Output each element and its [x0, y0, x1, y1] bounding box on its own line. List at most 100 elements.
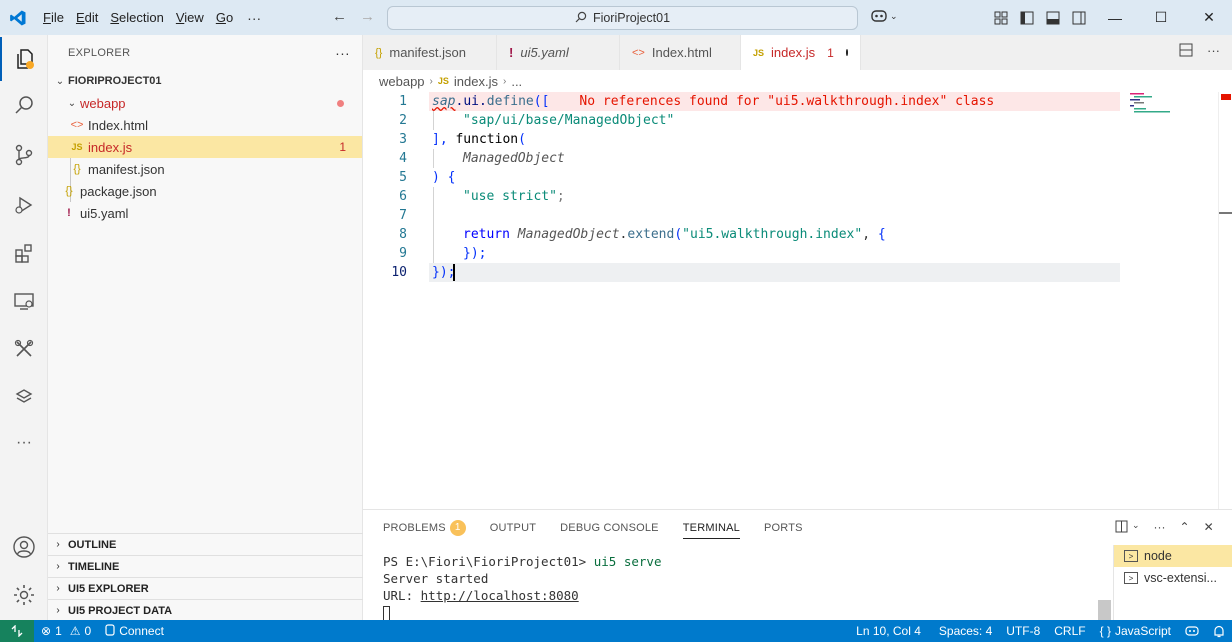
run-debug-icon[interactable] — [0, 183, 48, 227]
terminal-url-link[interactable]: http://localhost:8080 — [421, 588, 579, 603]
sap-tools-icon[interactable] — [0, 327, 48, 371]
indentation-status[interactable]: Spaces: 4 — [932, 624, 999, 638]
terminal-scrollbar[interactable] — [1098, 600, 1111, 621]
tree-file-index-js[interactable]: JS index.js 1 — [48, 136, 362, 158]
toggle-panel-icon[interactable] — [1043, 8, 1063, 28]
terminal-prompt: PS E:\Fiori\FioriProject01> — [383, 554, 587, 569]
explorer-icon[interactable] — [0, 37, 48, 81]
section-timeline[interactable]: › TIMELINE — [48, 555, 363, 577]
line-number: 3 — [399, 132, 407, 147]
tab-actions: ··· — [1179, 43, 1220, 60]
editor-scrollbar[interactable] — [1218, 92, 1232, 509]
menu-more-button[interactable]: ··· — [239, 10, 269, 26]
tab-manifest-json[interactable]: {} manifest.json — [363, 35, 497, 70]
eol-status[interactable]: CRLF — [1047, 624, 1092, 638]
tab-ui5-yaml[interactable]: ! ui5.yaml — [497, 35, 620, 70]
breadcrumb-symbol[interactable]: ... — [511, 74, 522, 89]
terminal-list: > node > vsc-extensi... — [1113, 545, 1232, 621]
tree-file-index-html[interactable]: <> Index.html — [48, 114, 362, 136]
remote-explorer-icon[interactable] — [0, 279, 48, 323]
breadcrumb-folder[interactable]: webapp — [379, 74, 425, 89]
unsaved-dot-icon[interactable] — [845, 49, 848, 56]
breadcrumb-file[interactable]: index.js — [454, 74, 498, 89]
remote-indicator-icon[interactable] — [0, 620, 34, 642]
command-center[interactable]: FioriProject01 — [387, 6, 858, 30]
editor-more-icon[interactable]: ··· — [1207, 43, 1220, 60]
more-views-icon[interactable]: ··· — [0, 421, 48, 465]
terminal-url-label: URL: — [383, 588, 414, 603]
tab-index-html[interactable]: <> Index.html — [620, 35, 741, 70]
tree-folder-webapp[interactable]: ⌄ webapp — [48, 92, 362, 114]
panel-tab-output[interactable]: OUTPUT — [490, 510, 536, 545]
code-token: define — [486, 94, 534, 109]
search-view-icon[interactable] — [0, 83, 48, 127]
toggle-secondary-sidebar-icon[interactable] — [1069, 8, 1089, 28]
chevron-down-icon[interactable]: ⌄ — [1132, 520, 1140, 536]
minimap[interactable] — [1128, 92, 1218, 122]
tab-index-js[interactable]: JS index.js 1 — [741, 35, 861, 70]
close-panel-icon[interactable]: ✕ — [1204, 520, 1214, 536]
ui5-tools-icon[interactable] — [0, 375, 48, 419]
panel-tab-label: DEBUG CONSOLE — [560, 521, 659, 534]
notifications-bell-icon[interactable] — [1206, 625, 1232, 638]
cursor-position[interactable]: Ln 10, Col 4 — [849, 624, 928, 638]
line-number: 5 — [399, 170, 407, 185]
split-editor-icon[interactable] — [1179, 43, 1193, 60]
minimize-button[interactable]: — — [1092, 0, 1138, 35]
nav-forward-icon[interactable]: → — [360, 8, 375, 25]
chevron-right-icon: › — [56, 583, 60, 594]
code-token: ) — [432, 170, 440, 185]
copilot-button[interactable]: ⌄ — [870, 8, 898, 24]
section-ui5-explorer[interactable]: › UI5 EXPLORER — [48, 577, 363, 599]
close-button[interactable]: ✕ — [1186, 0, 1232, 35]
nav-back-icon[interactable]: ← — [332, 8, 347, 25]
panel-tab-label: OUTPUT — [489, 521, 537, 534]
encoding-status[interactable]: UTF-8 — [999, 624, 1047, 638]
menu-edit[interactable]: Edit — [70, 0, 104, 35]
file-label: Index.html — [88, 117, 148, 133]
menu-file[interactable]: File — [37, 0, 70, 35]
manage-gear-icon[interactable] — [0, 573, 48, 617]
panel-tab-terminal[interactable]: TERMINAL — [682, 510, 741, 545]
explorer-more-icon[interactable]: ··· — [335, 45, 350, 61]
code-token: "sap/ui/base/ManagedObject" — [463, 113, 675, 128]
language-mode[interactable]: { } JavaScript — [1093, 624, 1178, 638]
customize-layout-icon[interactable] — [991, 8, 1011, 28]
problems-status[interactable]: ⊗ 1 ⚠ 0 — [34, 624, 98, 638]
explorer-sidebar: EXPLORER ··· ⌄ FIORIPROJECT01 ⌄ webapp <… — [48, 35, 363, 620]
maximize-panel-icon[interactable]: ⌃ — [1180, 520, 1190, 536]
inline-error-message: No references found for "ui5.walkthrough… — [579, 94, 995, 109]
toggle-sidebar-icon[interactable] — [1017, 8, 1037, 28]
terminal-item-node[interactable]: > node — [1114, 545, 1232, 567]
split-terminal-icon[interactable] — [1115, 520, 1128, 536]
tree-file-package-json[interactable]: {} package.json — [48, 180, 362, 202]
source-control-icon[interactable] — [0, 133, 48, 177]
panel-tab-problems[interactable]: PROBLEMS 1 — [383, 510, 466, 545]
section-ui5-project-data[interactable]: › UI5 PROJECT DATA — [48, 599, 363, 621]
chevron-right-icon: › — [56, 539, 60, 550]
tree-root-folder[interactable]: ⌄ FIORIPROJECT01 — [48, 70, 362, 92]
terminal-line: Server started — [383, 571, 489, 586]
copilot-status-icon[interactable] — [1178, 625, 1206, 637]
account-icon[interactable] — [0, 525, 48, 569]
panel-tab-debug-console[interactable]: DEBUG CONSOLE — [560, 510, 659, 545]
tree-file-ui5-yaml[interactable]: ! ui5.yaml — [48, 202, 362, 224]
menu-view[interactable]: View — [170, 0, 210, 35]
panel-tab-ports[interactable]: PORTS — [764, 510, 803, 545]
connect-status[interactable]: Connect — [98, 623, 171, 639]
panel-more-icon[interactable]: ··· — [1154, 520, 1166, 536]
menu-selection[interactable]: Selection — [104, 0, 169, 35]
terminal-output[interactable]: PS E:\Fiori\FioriProject01> ui5 serve Se… — [383, 553, 661, 621]
section-outline[interactable]: › OUTLINE — [48, 533, 363, 555]
terminal-line: URL: http://localhost:8080 — [383, 587, 661, 604]
code-editor[interactable]: 1 2 3 4 5 6 7 8 9 10 sap.ui.define([No r… — [363, 92, 1232, 509]
code-token: ([ — [533, 94, 550, 109]
tab-label: Index.html — [651, 45, 712, 60]
maximize-button[interactable]: ☐ — [1138, 0, 1184, 35]
extensions-icon[interactable] — [0, 231, 48, 275]
menu-bar: File Edit Selection View Go ··· — [37, 0, 269, 35]
terminal-item-extension[interactable]: > vsc-extensi... — [1114, 567, 1232, 589]
tree-file-manifest-json[interactable]: {} manifest.json — [48, 158, 362, 180]
tab-error-badge: 1 — [827, 45, 834, 60]
menu-go[interactable]: Go — [210, 0, 239, 35]
